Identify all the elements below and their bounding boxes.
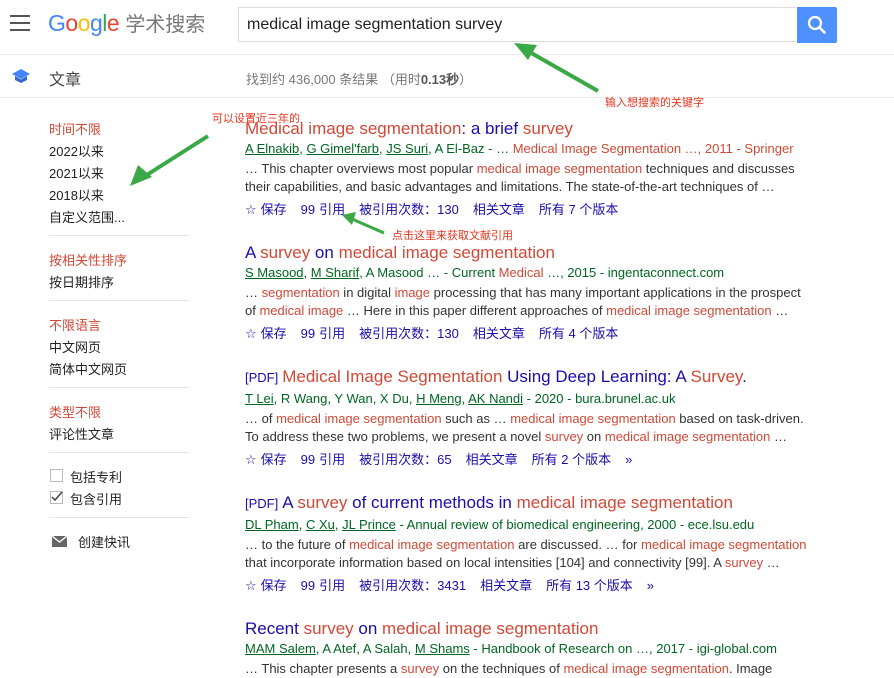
arrow-cite — [342, 212, 385, 235]
annotation-arrows — [130, 43, 599, 235]
annotation-keyword: 输入想搜索的关键字 — [605, 97, 704, 109]
annotation-time: 可以设置近三年的 — [212, 113, 300, 125]
annotation-cite: 点击这里来获取文献引用 — [392, 230, 513, 242]
arrow-keyword — [514, 43, 599, 93]
arrow-time — [130, 134, 210, 186]
